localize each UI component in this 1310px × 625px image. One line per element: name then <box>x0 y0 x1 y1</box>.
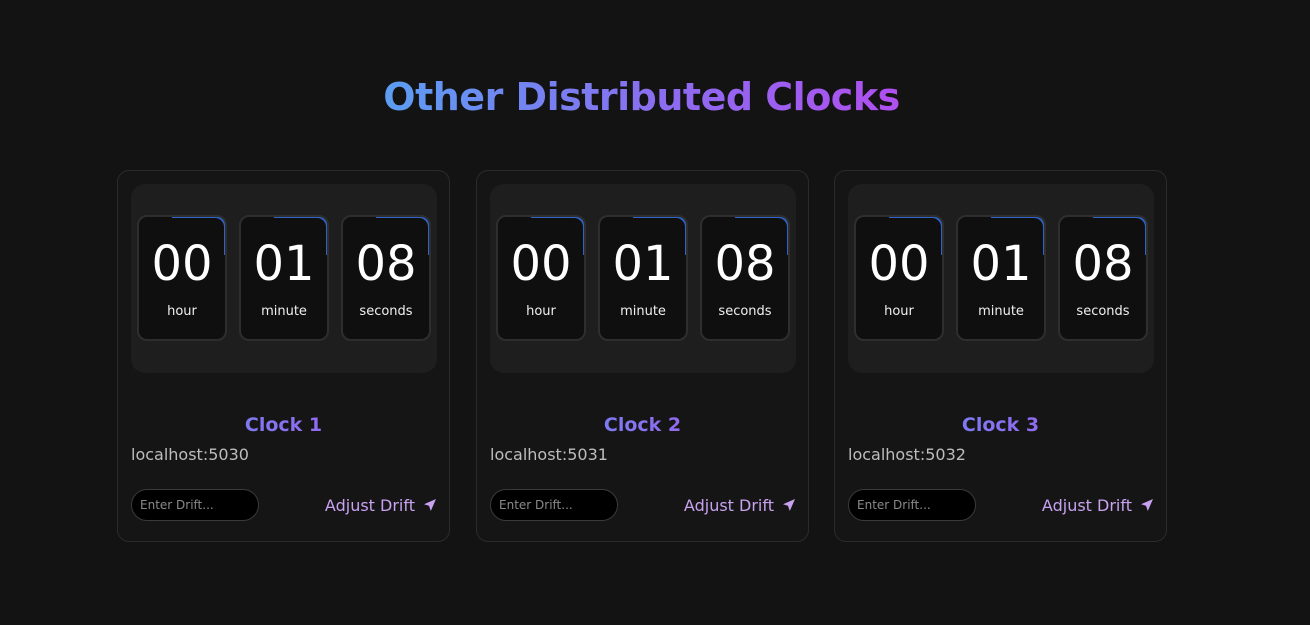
page-title: Other Distributed Clocks <box>383 75 900 120</box>
clock-face: 00 hour 01 minute 08 seconds <box>490 184 796 373</box>
send-icon <box>783 499 795 511</box>
minute-label: minute <box>978 304 1024 319</box>
drift-input[interactable] <box>490 489 618 521</box>
minute-value: 01 <box>253 236 315 292</box>
seconds-value: 08 <box>1072 236 1134 292</box>
seconds-value: 08 <box>714 236 776 292</box>
clock-name: Clock 2 <box>477 413 808 437</box>
clock-host: localhost:5031 <box>490 445 608 464</box>
seconds-label: seconds <box>359 304 413 319</box>
seconds-label: seconds <box>718 304 772 319</box>
adjust-drift-label: Adjust Drift <box>683 495 774 515</box>
seconds-tile: 08 seconds <box>700 215 790 341</box>
send-icon <box>424 499 436 511</box>
clock-card-3: 00 hour 01 minute 08 seconds Clock 3 loc… <box>834 170 1167 542</box>
hour-value: 00 <box>510 236 572 292</box>
seconds-label: seconds <box>1076 304 1130 319</box>
clock-card-1: 00 hour 01 minute 08 seconds Clock 1 loc… <box>117 170 450 542</box>
hour-tile: 00 hour <box>854 215 944 341</box>
minute-tile: 01 minute <box>956 215 1046 341</box>
clock-card-2: 00 hour 01 minute 08 seconds Clock 2 loc… <box>476 170 809 542</box>
clock-host: localhost:5030 <box>131 445 249 464</box>
hour-label: hour <box>884 304 914 319</box>
hour-value: 00 <box>868 236 930 292</box>
adjust-drift-button[interactable]: Adjust Drift <box>325 492 437 518</box>
seconds-tile: 08 seconds <box>1058 215 1148 341</box>
drift-input[interactable] <box>848 489 976 521</box>
clock-host: localhost:5032 <box>848 445 966 464</box>
minute-value: 01 <box>612 236 674 292</box>
clock-face: 00 hour 01 minute 08 seconds <box>131 184 437 373</box>
minute-tile: 01 minute <box>239 215 329 341</box>
hour-tile: 00 hour <box>137 215 227 341</box>
clock-face: 00 hour 01 minute 08 seconds <box>848 184 1154 373</box>
minute-value: 01 <box>970 236 1032 292</box>
send-icon <box>1141 499 1153 511</box>
hour-value: 00 <box>151 236 213 292</box>
adjust-drift-label: Adjust Drift <box>1041 495 1132 515</box>
minute-tile: 01 minute <box>598 215 688 341</box>
clock-name: Clock 3 <box>835 413 1166 437</box>
clock-name: Clock 1 <box>118 413 449 437</box>
hour-label: hour <box>167 304 197 319</box>
hour-label: hour <box>526 304 556 319</box>
adjust-drift-button[interactable]: Adjust Drift <box>684 492 796 518</box>
minute-label: minute <box>261 304 307 319</box>
seconds-tile: 08 seconds <box>341 215 431 341</box>
seconds-value: 08 <box>355 236 417 292</box>
drift-input[interactable] <box>131 489 259 521</box>
adjust-drift-button[interactable]: Adjust Drift <box>1042 492 1154 518</box>
hour-tile: 00 hour <box>496 215 586 341</box>
minute-label: minute <box>620 304 666 319</box>
adjust-drift-label: Adjust Drift <box>324 495 415 515</box>
